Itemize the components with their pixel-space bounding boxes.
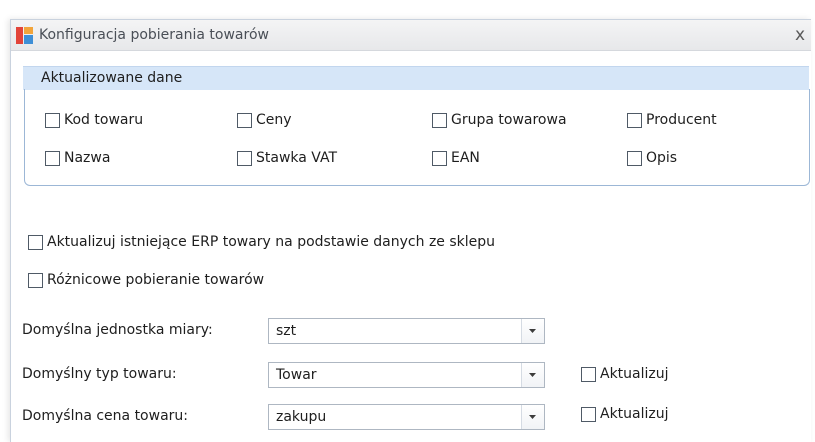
checkbox-label: Stawka VAT bbox=[256, 150, 338, 166]
checkbox-label: Kod towaru bbox=[64, 112, 144, 128]
window-title: Konfiguracja pobierania towarów bbox=[39, 27, 269, 43]
unit-label: Domyślna jednostka miary: bbox=[22, 322, 213, 338]
checkbox-ean[interactable]: EAN bbox=[432, 148, 480, 168]
updated-data-group bbox=[24, 89, 810, 186]
checkbox-label: Opis bbox=[646, 150, 678, 166]
checkbox-label: Grupa towarowa bbox=[451, 112, 567, 128]
checkbox-icon[interactable] bbox=[45, 150, 60, 166]
checkbox-update-existing[interactable]: Aktualizuj istniejące ERP towary na pods… bbox=[28, 232, 495, 252]
checkbox-icon[interactable] bbox=[581, 366, 596, 382]
checkbox-icon[interactable] bbox=[237, 112, 252, 128]
checkbox-icon[interactable] bbox=[432, 112, 447, 128]
checkbox-label: EAN bbox=[451, 150, 480, 166]
checkbox-label: Różnicowe pobieranie towarów bbox=[47, 272, 265, 288]
dropdown-arrow-icon[interactable] bbox=[521, 319, 544, 343]
checkbox-nazwa[interactable]: Nazwa bbox=[45, 148, 110, 168]
close-icon[interactable]: x bbox=[791, 25, 809, 45]
checkbox-ceny[interactable]: Ceny bbox=[237, 110, 292, 130]
checkbox-icon[interactable] bbox=[237, 150, 252, 166]
checkbox-stawka-vat[interactable]: Stawka VAT bbox=[237, 148, 337, 168]
price-select-value: zakupu bbox=[276, 409, 327, 425]
title-bar[interactable]: Konfiguracja pobierania towarów x bbox=[11, 20, 811, 51]
checkbox-icon[interactable] bbox=[627, 112, 642, 128]
checkbox-producent[interactable]: Producent bbox=[627, 110, 717, 130]
type-select-value: Towar bbox=[276, 367, 317, 383]
checkbox-label: Aktualizuj bbox=[600, 406, 669, 422]
checkbox-label: Ceny bbox=[256, 112, 292, 128]
checkbox-label: Nazwa bbox=[64, 150, 111, 166]
price-label: Domyślna cena towaru: bbox=[22, 408, 188, 424]
checkbox-label: Producent bbox=[646, 112, 717, 128]
type-label: Domyślny typ towaru: bbox=[22, 366, 177, 382]
price-select[interactable]: zakupu bbox=[268, 404, 545, 430]
checkbox-diff-download[interactable]: Różnicowe pobieranie towarów bbox=[28, 270, 264, 290]
checkbox-icon[interactable] bbox=[45, 112, 60, 128]
unit-select-value: szt bbox=[276, 323, 297, 339]
checkbox-icon[interactable] bbox=[581, 406, 596, 422]
checkbox-icon[interactable] bbox=[432, 150, 447, 166]
checkbox-icon[interactable] bbox=[28, 272, 43, 288]
dropdown-arrow-icon[interactable] bbox=[521, 405, 544, 429]
checkbox-price-update[interactable]: Aktualizuj bbox=[581, 404, 669, 424]
checkbox-label: Aktualizuj istniejące ERP towary na pods… bbox=[47, 234, 496, 250]
group-header-label: Aktualizowane dane bbox=[41, 70, 183, 86]
checkbox-kod-towaru[interactable]: Kod towaru bbox=[45, 110, 143, 130]
dropdown-arrow-icon[interactable] bbox=[521, 363, 544, 387]
checkbox-label: Aktualizuj bbox=[600, 366, 669, 382]
checkbox-icon[interactable] bbox=[627, 150, 642, 166]
unit-select[interactable]: szt bbox=[268, 318, 545, 344]
type-select[interactable]: Towar bbox=[268, 362, 545, 388]
checkbox-type-update[interactable]: Aktualizuj bbox=[581, 364, 669, 384]
checkbox-icon[interactable] bbox=[28, 234, 43, 250]
checkbox-grupa-towarowa[interactable]: Grupa towarowa bbox=[432, 110, 567, 130]
checkbox-opis[interactable]: Opis bbox=[627, 148, 677, 168]
app-logo-icon bbox=[16, 27, 33, 44]
group-header: Aktualizowane dane bbox=[23, 66, 809, 90]
